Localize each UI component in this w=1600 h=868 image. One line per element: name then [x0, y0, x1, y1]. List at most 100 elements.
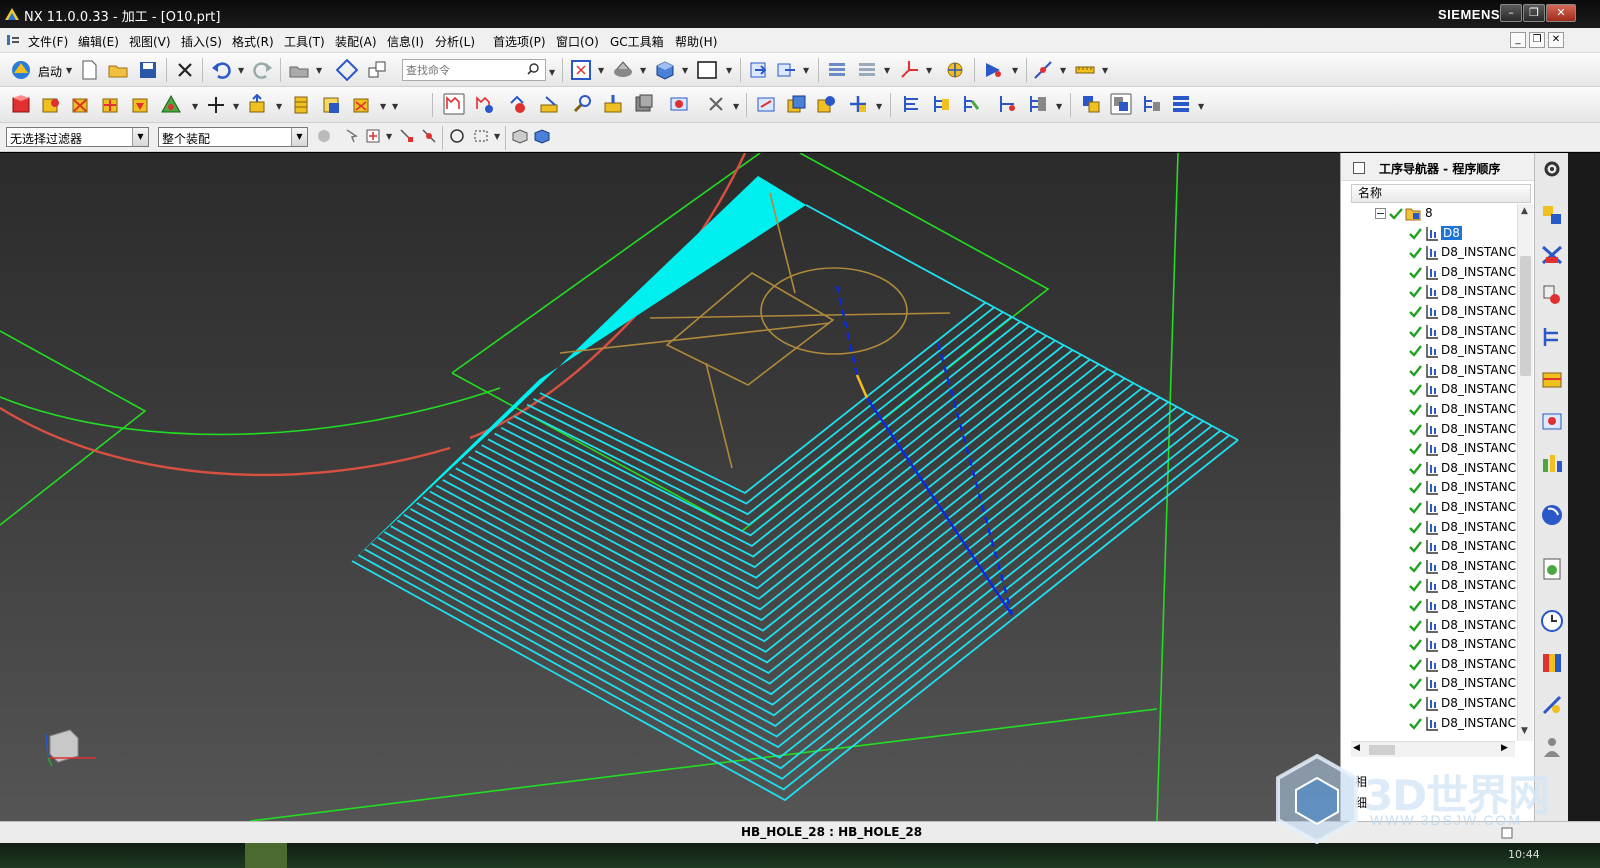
- chevron-down-icon[interactable]: ▼: [291, 128, 307, 146]
- menu-edit[interactable]: 编辑(E): [78, 33, 119, 50]
- menu-window[interactable]: 窗口(O): [556, 33, 599, 50]
- move-object-icon[interactable]: [775, 59, 797, 81]
- create-geometry-icon[interactable]: [70, 94, 92, 116]
- layers-dropdown-icon[interactable]: ▼: [884, 66, 890, 75]
- select-dropdown-icon[interactable]: ▼: [494, 132, 500, 141]
- touch-mode-icon[interactable]: [336, 59, 358, 81]
- scroll-right-icon[interactable]: ▶: [1501, 743, 1508, 753]
- view-triad-icon[interactable]: [40, 726, 104, 770]
- operation-row[interactable]: D8_INSTANC: [1351, 537, 1521, 557]
- body-select-icon[interactable]: [533, 127, 551, 145]
- gear-icon[interactable]: [1540, 157, 1564, 181]
- op-display-dropdown-icon[interactable]: ▼: [1056, 102, 1062, 111]
- vertex-dropdown-icon[interactable]: ▼: [1060, 66, 1066, 75]
- part-navigator-icon[interactable]: [1540, 283, 1564, 307]
- stock-dropdown-icon[interactable]: ▼: [276, 102, 282, 111]
- menu-format[interactable]: 格式(R): [232, 33, 274, 50]
- layer-settings-icon[interactable]: [826, 59, 848, 81]
- overflow-dropdown-icon[interactable]: ▼: [392, 102, 398, 111]
- op-object-icon[interactable]: [847, 93, 869, 115]
- operation-row[interactable]: D8_INSTANC: [1351, 478, 1521, 498]
- operation-row[interactable]: D8_INSTANC: [1351, 674, 1521, 694]
- op-edit-icon[interactable]: [755, 93, 777, 115]
- show-tool-icon[interactable]: [1110, 93, 1132, 115]
- program-group-row[interactable]: 8: [1351, 204, 1521, 224]
- menu-analysis[interactable]: 分析(L): [435, 33, 475, 50]
- operation-row[interactable]: D8_INSTANC: [1351, 380, 1521, 400]
- collapse-icon[interactable]: [1375, 208, 1386, 219]
- shop-doc-icon[interactable]: [632, 93, 654, 115]
- operation-row[interactable]: D8_INSTANC: [1351, 714, 1521, 734]
- menu-information[interactable]: 信息(I): [387, 33, 424, 50]
- visible-layers-icon[interactable]: [856, 59, 878, 81]
- reuse-library-icon[interactable]: [1540, 451, 1564, 475]
- simulate-machine-icon[interactable]: [572, 93, 594, 115]
- status-icon[interactable]: [1500, 826, 1514, 840]
- point-snap-icon[interactable]: [364, 127, 382, 145]
- menu-assembly[interactable]: 装配(A): [335, 33, 377, 50]
- minimize-button[interactable]: –: [1500, 4, 1522, 22]
- operation-row[interactable]: D8_INSTANC: [1351, 361, 1521, 381]
- blank-icon[interactable]: [320, 94, 342, 116]
- delete-icon[interactable]: [174, 59, 196, 81]
- operation-row[interactable]: D8_INSTANC: [1351, 341, 1521, 361]
- create-program-icon[interactable]: [10, 94, 32, 116]
- orient-dropdown-icon[interactable]: ▼: [682, 66, 688, 75]
- operation-row[interactable]: D8_INSTANC: [1351, 243, 1521, 263]
- create-tool-icon[interactable]: [40, 94, 62, 116]
- show-path-icon[interactable]: [1080, 93, 1102, 115]
- wcs-dropdown-icon[interactable]: ▼: [926, 66, 932, 75]
- undo-icon[interactable]: [210, 59, 232, 81]
- search-icon[interactable]: [527, 63, 539, 75]
- operation-row[interactable]: D8_INSTANC: [1351, 655, 1521, 675]
- command-search-input[interactable]: [406, 61, 524, 79]
- details-label[interactable]: 细: [1355, 794, 1367, 811]
- op-copy-icon[interactable]: [785, 93, 807, 115]
- snap-dropdown-icon[interactable]: ▼: [386, 132, 392, 141]
- add-icon[interactable]: [205, 94, 227, 116]
- op-display-icon[interactable]: [1026, 93, 1048, 115]
- navigator-pin-checkbox[interactable]: [1353, 162, 1365, 174]
- program-order-view-icon[interactable]: [900, 93, 922, 115]
- cancel-dropdown-icon[interactable]: ▼: [733, 102, 739, 111]
- scroll-down-icon[interactable]: ▼: [1521, 726, 1528, 736]
- assembly-navigator-icon[interactable]: [1540, 203, 1564, 227]
- new-file-icon[interactable]: [78, 59, 100, 81]
- navigator-vertical-scrollbar[interactable]: ▲ ▼: [1517, 204, 1533, 741]
- recent-files-icon[interactable]: [288, 59, 310, 81]
- operation-navigator-icon[interactable]: [1540, 325, 1564, 349]
- menu-view[interactable]: 视图(V): [129, 33, 171, 50]
- op-object-dropdown-icon[interactable]: ▼: [876, 102, 882, 111]
- part-material-icon[interactable]: [350, 94, 372, 116]
- type-filter-dropdown[interactable]: 无选择过滤器 ▼: [6, 127, 149, 147]
- method-view-icon[interactable]: [996, 93, 1018, 115]
- scroll-thumb[interactable]: [1520, 256, 1531, 376]
- restore-button[interactable]: ❐: [1523, 4, 1545, 22]
- operation-row[interactable]: D8_INSTANC: [1351, 420, 1521, 440]
- operation-row[interactable]: D8_INSTANC: [1351, 400, 1521, 420]
- scroll-left-icon[interactable]: ◀: [1353, 743, 1360, 753]
- operation-row[interactable]: D8_INSTANC: [1351, 459, 1521, 479]
- feature-ops-icon[interactable]: [160, 94, 182, 116]
- redo-icon[interactable]: [252, 59, 274, 81]
- rotate-dropdown-icon[interactable]: ▼: [640, 66, 646, 75]
- operation-row[interactable]: D8_INSTANC: [1351, 322, 1521, 342]
- generate-path-icon[interactable]: [443, 93, 465, 115]
- snap-point-icon[interactable]: [944, 59, 966, 81]
- chevron-down-icon[interactable]: ▼: [132, 128, 148, 146]
- constraint-navigator-icon[interactable]: [1540, 243, 1564, 267]
- endpoint-snap-icon[interactable]: [398, 127, 416, 145]
- measure-dropdown-icon[interactable]: ▼: [1102, 66, 1108, 75]
- play-simulation-icon[interactable]: [982, 59, 1004, 81]
- operation-row[interactable]: D8_INSTANC: [1351, 596, 1521, 616]
- component-select-icon[interactable]: [511, 127, 529, 145]
- machine-navigator-icon[interactable]: [1540, 367, 1564, 391]
- ipw-icon[interactable]: [290, 94, 312, 116]
- close-button[interactable]: ✕: [1546, 4, 1576, 22]
- start-icon[interactable]: [10, 59, 32, 81]
- create-operation-icon[interactable]: [130, 94, 152, 116]
- list-path-icon[interactable]: [538, 93, 560, 115]
- open-folder-icon[interactable]: [107, 59, 129, 81]
- orient-view-icon[interactable]: [654, 59, 676, 81]
- doc-minimize-button[interactable]: _: [1510, 32, 1526, 48]
